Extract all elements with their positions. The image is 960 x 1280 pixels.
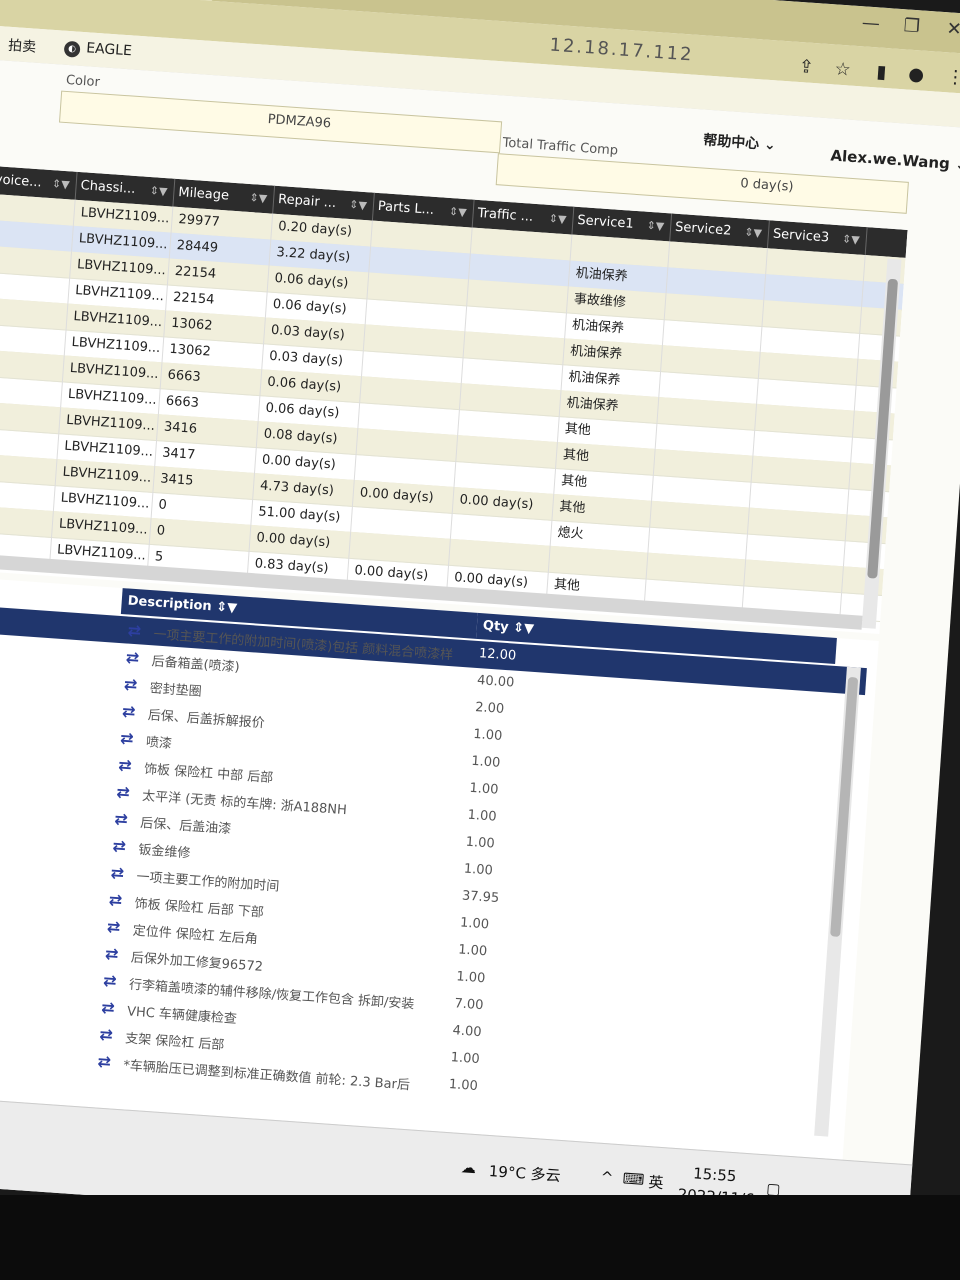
minimize-icon[interactable]: —	[861, 12, 880, 34]
url-text[interactable]: 12.18.17.112	[549, 35, 694, 66]
column-label: Service3	[772, 226, 830, 246]
sidebar-icon[interactable]: ▮	[876, 61, 887, 83]
share-icon[interactable]: ⇪	[798, 56, 815, 78]
sort-filter-icon[interactable]: ⇕▼	[51, 170, 77, 200]
sort-filter-icon[interactable]: ⇕▼	[149, 177, 175, 207]
more-menu-icon[interactable]: ⋮	[946, 66, 960, 88]
line-qty: 1.00	[463, 861, 494, 879]
column-label: Chassi...	[80, 178, 136, 197]
sort-filter-icon[interactable]: ⇕▼	[448, 198, 474, 228]
line-qty: 1.00	[448, 1077, 479, 1095]
help-center-menu[interactable]: 帮助中心 ⌄	[703, 130, 777, 155]
swap-icon[interactable]: ⇄	[121, 701, 136, 721]
line-qty: 1.00	[455, 969, 486, 987]
line-qty: 12.00	[478, 646, 517, 664]
swap-icon[interactable]: ⇄	[108, 890, 123, 910]
line-description: 后备箱盖(喷漆)	[151, 654, 241, 676]
swap-icon[interactable]: ⇄	[127, 621, 142, 641]
column-label: Service2	[674, 219, 732, 239]
sort-filter-icon[interactable]: ⇕▼	[743, 219, 769, 249]
swap-icon[interactable]: ⇄	[123, 674, 138, 694]
monitor-bezel	[0, 1195, 960, 1280]
swap-icon[interactable]: ⇄	[101, 998, 116, 1018]
color-label: Color	[65, 72, 101, 91]
bookmark-item[interactable]: ◐ EAGLE	[63, 39, 132, 62]
swap-icon[interactable]: ⇄	[112, 836, 127, 856]
line-description: 支架 保险杠 后部	[124, 1031, 225, 1054]
weather-text[interactable]: 19°C 多云	[488, 1160, 561, 1186]
column-label: Service1	[576, 212, 635, 232]
line-qty: 1.00	[450, 1050, 481, 1068]
line-qty: 7.00	[453, 996, 484, 1014]
sort-filter-icon[interactable]: ⇕▼	[348, 191, 374, 221]
sort-filter-icon[interactable]: ⇕▼	[548, 205, 574, 235]
line-items-panel: Description ⇕▼ Qty ⇕▼ ⇄ 一项主要工作的附加时间(喷漆)包括…	[0, 576, 879, 1160]
swap-icon[interactable]: ⇄	[104, 944, 119, 964]
sort-filter-icon[interactable]: ⇕▼	[249, 184, 275, 214]
column-label: Invoice...	[0, 171, 43, 191]
line-description: 钣金维修	[137, 842, 191, 862]
column-label: Parts L...	[377, 198, 435, 218]
swap-icon[interactable]: ⇄	[106, 917, 121, 937]
line-qty: 37.95	[461, 888, 500, 907]
filter-icon[interactable]: ▼	[523, 621, 534, 637]
line-qty: 4.00	[452, 1023, 482, 1041]
star-icon[interactable]: ☆	[834, 58, 852, 80]
filter-icon[interactable]: ▼	[227, 600, 238, 616]
bookmark-item[interactable]: 拍卖	[8, 35, 37, 57]
chevron-up-icon[interactable]: ^	[600, 1168, 614, 1187]
ime-indicator[interactable]: 英	[648, 1171, 664, 1193]
column-label: Repair ...	[277, 191, 337, 212]
user-menu[interactable]: Alex.we.Wang ⌄	[830, 146, 960, 174]
line-qty: 40.00	[476, 673, 515, 691]
line-qty: 1.00	[470, 753, 501, 771]
swap-icon[interactable]: ⇄	[125, 647, 140, 667]
line-qty: 1.00	[469, 780, 499, 798]
line-description: 后保、后盖油漆	[139, 815, 232, 838]
swap-icon[interactable]: ⇄	[116, 782, 131, 802]
line-qty: 1.00	[472, 726, 503, 744]
swap-icon[interactable]: ⇄	[120, 728, 135, 748]
line-qty: 1.00	[459, 915, 490, 933]
chevron-down-icon: ⌄	[763, 136, 777, 154]
swap-icon[interactable]: ⇄	[97, 1051, 112, 1071]
line-description: 密封垫圈	[149, 681, 203, 700]
keyboard-icon[interactable]: ⌨	[622, 1169, 645, 1188]
swap-icon[interactable]: ⇄	[118, 755, 133, 775]
line-qty: 1.00	[465, 834, 496, 852]
line-description: 喷漆	[145, 735, 173, 752]
weather-icon[interactable]: ☁	[460, 1158, 476, 1177]
column-label: Traffic ...	[477, 205, 534, 225]
swap-icon[interactable]: ⇄	[110, 863, 125, 883]
maximize-icon[interactable]: ❐	[903, 15, 921, 37]
swap-icon[interactable]: ⇄	[99, 1025, 114, 1045]
clock-time[interactable]: 15:55	[693, 1164, 737, 1185]
swap-icon[interactable]: ⇄	[114, 809, 129, 829]
sort-filter-icon[interactable]: ⇕▼	[646, 212, 672, 242]
monitor-screen: ✕ + — ❐ ✕ 12.18.17.112 ⇪ ☆ ▮ ● ⋮ 拍卖 ◐EAG…	[0, 0, 960, 1253]
line-qty: 1.00	[457, 942, 488, 960]
sort-filter-icon[interactable]: ⇕▼	[841, 225, 867, 255]
column-label: Mileage	[177, 185, 230, 204]
line-qty: 1.00	[467, 807, 498, 825]
swap-icon[interactable]: ⇄	[103, 971, 118, 991]
window-close-icon[interactable]: ✕	[946, 18, 960, 40]
bmw-logo-icon: ◐	[63, 40, 81, 58]
vehicle-grid: Invoice... ⇕▼ Chassi... ⇕▼ Mileage ⇕▼ Repair .…	[0, 165, 908, 634]
line-qty: 2.00	[474, 699, 505, 717]
chevron-down-icon: ⌄	[954, 155, 960, 174]
profile-icon[interactable]: ●	[908, 64, 925, 86]
